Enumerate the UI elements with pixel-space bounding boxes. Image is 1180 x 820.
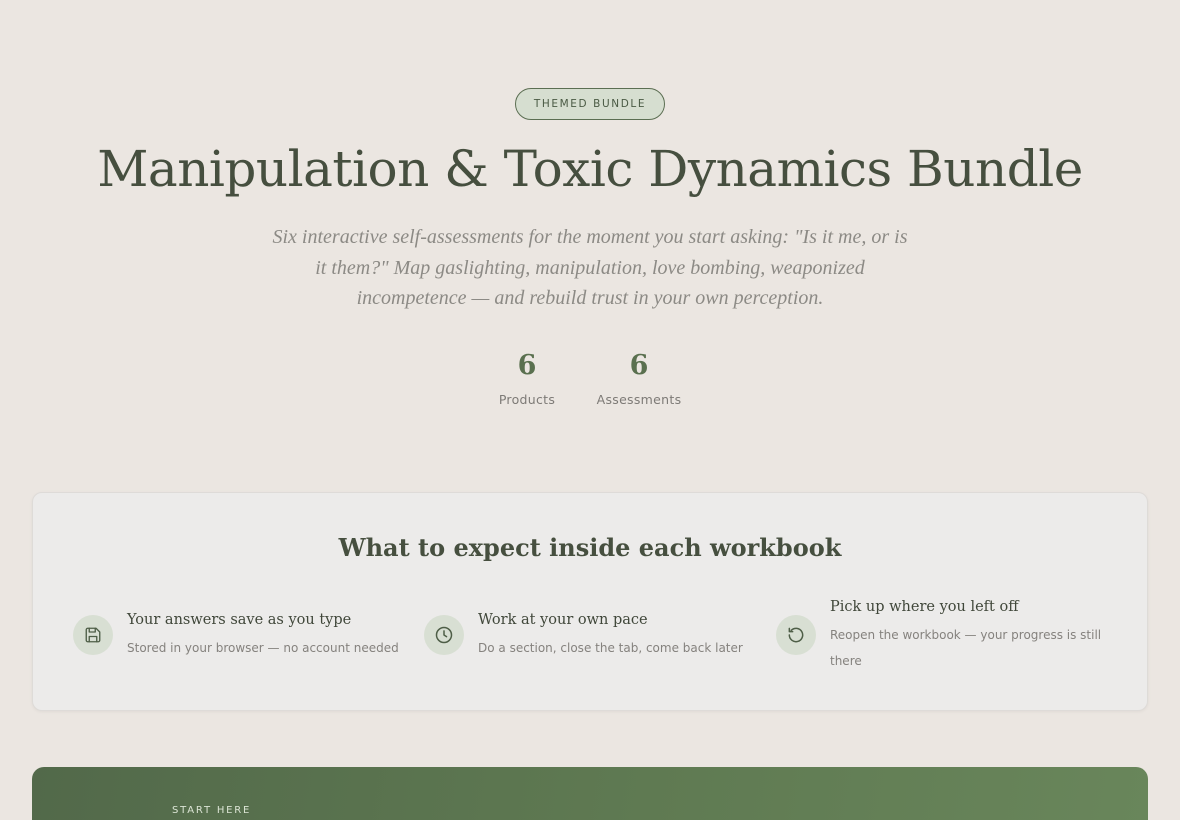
- stat-products-label: Products: [498, 392, 556, 407]
- expect-card-title: What to expect inside each workbook: [338, 533, 842, 562]
- start-here-eyebrow: START HERE: [172, 805, 252, 816]
- stat-assessments-value: 6: [629, 350, 649, 381]
- page-subtitle: Six interactive self-assessments for the…: [272, 226, 908, 309]
- feature-resume: Pick up where you left off Reopen the wo…: [776, 599, 1116, 695]
- feature-resume-title: Pick up where you left off: [830, 599, 1019, 615]
- stat-products: 6 Products: [467, 348, 587, 407]
- feature-autosave: Your answers save as you type Stored in …: [73, 612, 413, 675]
- stat-products-value: 6: [517, 350, 537, 381]
- save-icon: [73, 615, 113, 655]
- themed-bundle-badge: THEMED BUNDLE: [515, 88, 665, 120]
- feature-autosave-desc: Stored in your browser — no account need…: [127, 641, 399, 655]
- stat-assessments-label: Assessments: [596, 392, 682, 407]
- feature-own-pace: Work at your own pace Do a section, clos…: [424, 612, 764, 675]
- expect-card: What to expect inside each workbook Your…: [32, 492, 1148, 711]
- feature-own-pace-desc: Do a section, close the tab, come back l…: [478, 641, 743, 655]
- page-title: Manipulation & Toxic Dynamics Bundle: [97, 140, 1083, 198]
- start-here-panel: START HERE: [32, 767, 1148, 820]
- stat-assessments: 6 Assessments: [579, 348, 699, 407]
- feature-resume-desc: Reopen the workbook — your progress is s…: [830, 628, 1102, 668]
- clock-icon: [424, 615, 464, 655]
- feature-autosave-title: Your answers save as you type: [127, 612, 352, 628]
- feature-own-pace-title: Work at your own pace: [478, 612, 648, 628]
- restore-icon: [776, 615, 816, 655]
